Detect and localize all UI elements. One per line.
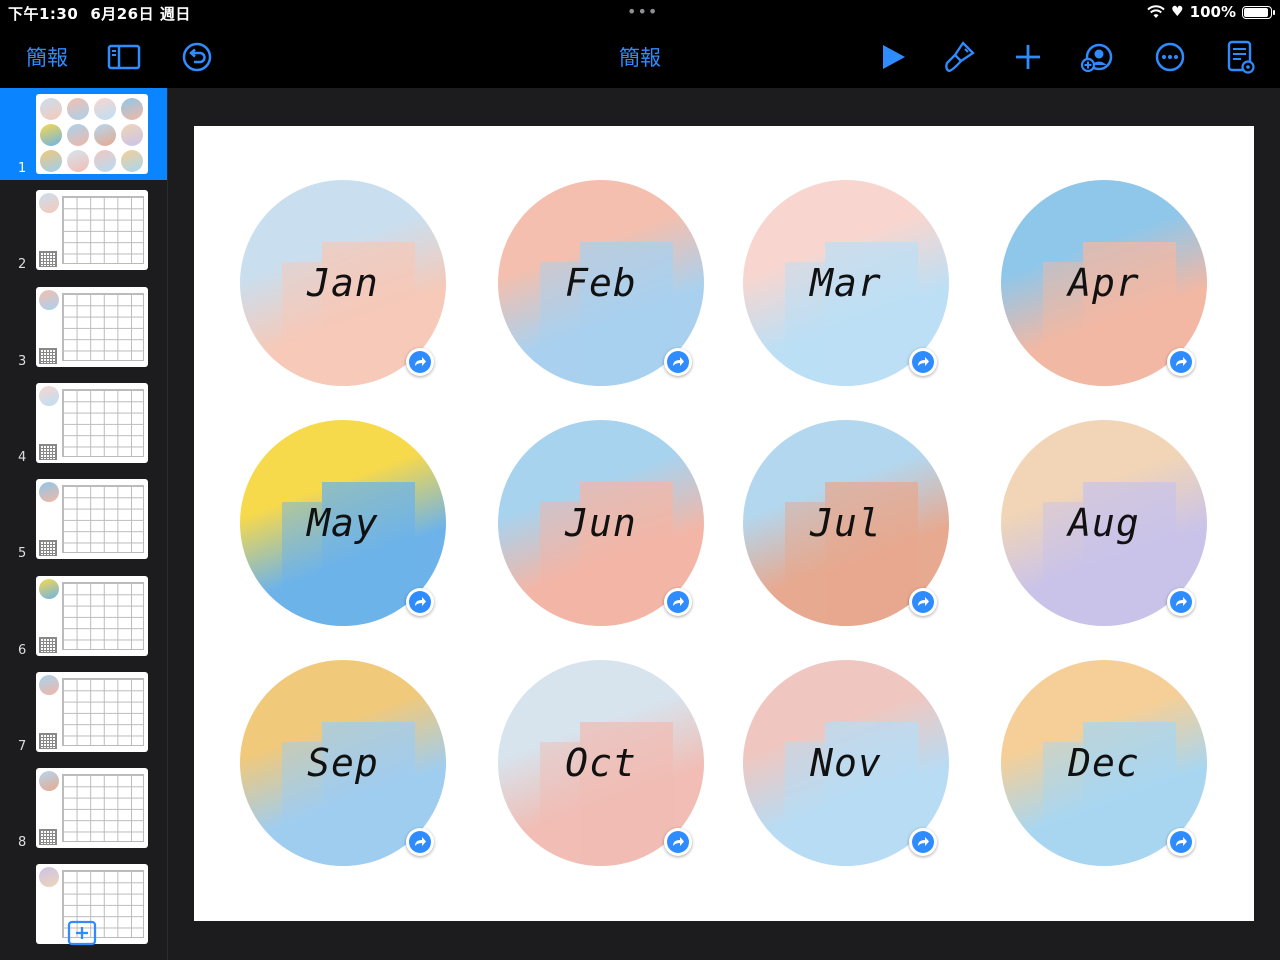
slide-preview xyxy=(36,190,148,271)
mini-month-circle xyxy=(94,98,116,120)
mini-calendar-grid xyxy=(39,732,57,749)
mini-month-circle xyxy=(40,150,62,172)
slide-number: 5 xyxy=(18,546,27,562)
slide-thumbnail-4[interactable]: 4 xyxy=(0,377,167,469)
collaborate-icon[interactable] xyxy=(1079,39,1115,75)
slide-thumbnail-6[interactable]: 6 xyxy=(0,570,167,662)
mini-month-circle xyxy=(121,124,143,146)
share-link-icon[interactable] xyxy=(406,828,434,856)
document-title[interactable]: 簡報 xyxy=(619,42,661,72)
share-link-icon[interactable] xyxy=(664,348,692,376)
share-link-icon[interactable] xyxy=(909,348,937,376)
mini-calendar-grid xyxy=(39,829,57,846)
battery-percent: 100% xyxy=(1189,3,1236,21)
mini-month-circle xyxy=(94,124,116,146)
slide-thumbnail-8[interactable]: 8 xyxy=(0,762,167,854)
status-time: 下午1:30 xyxy=(8,5,79,23)
more-icon[interactable] xyxy=(1152,39,1188,75)
slide-preview xyxy=(36,575,148,656)
play-icon[interactable] xyxy=(875,39,911,75)
mini-month-circle xyxy=(67,124,89,146)
add-slide-button[interactable] xyxy=(67,920,97,946)
calendar-grid xyxy=(62,196,144,265)
slide-number: 7 xyxy=(18,738,27,754)
slide-thumbnail-7[interactable]: 7 xyxy=(0,666,167,758)
slide-number: 6 xyxy=(18,642,27,658)
sidebar-toggle-icon[interactable] xyxy=(106,39,142,75)
mini-month-circle xyxy=(121,98,143,120)
mini-month-circle xyxy=(39,482,59,503)
status-time-date: 下午1:30 6月26日 週日 xyxy=(8,3,203,24)
share-link-icon[interactable] xyxy=(406,588,434,616)
mini-month-circle xyxy=(39,867,59,888)
share-link-icon[interactable] xyxy=(664,828,692,856)
plus-icon[interactable] xyxy=(1010,39,1046,75)
presentations-back-button[interactable]: 簡報 xyxy=(26,42,68,72)
mini-month-circle xyxy=(40,98,62,120)
mini-calendar-grid xyxy=(39,347,57,364)
add-slide-icon xyxy=(67,920,97,946)
mini-month-circle xyxy=(39,771,59,792)
mini-month-circle xyxy=(39,193,59,214)
slide-number: 4 xyxy=(18,449,27,465)
document-settings-icon[interactable] xyxy=(1222,39,1258,75)
mini-month-circle xyxy=(39,289,59,310)
share-link-icon[interactable] xyxy=(1167,828,1195,856)
mini-calendar-grid xyxy=(39,540,57,557)
slide-preview xyxy=(36,671,148,752)
undo-icon[interactable] xyxy=(179,39,215,75)
status-date: 6月26日 週日 xyxy=(90,5,191,23)
mini-month-circle xyxy=(67,98,89,120)
mini-month-circle xyxy=(40,124,62,146)
slide-preview xyxy=(36,94,148,174)
slide-navigator: 1 2 3 4 5 6 7 8 xyxy=(0,88,168,960)
share-link-icon[interactable] xyxy=(1167,588,1195,616)
status-bar: 下午1:30 6月26日 週日 ••• ♥ 100% xyxy=(0,0,1280,26)
share-link-icon[interactable] xyxy=(909,588,937,616)
mini-month-circle xyxy=(67,150,89,172)
calendar-grid xyxy=(62,292,144,361)
share-link-icon[interactable] xyxy=(664,588,692,616)
calendar-grid xyxy=(62,677,144,746)
calendar-grid xyxy=(62,581,144,650)
mini-month-circle xyxy=(39,385,59,406)
slide-number: 8 xyxy=(18,835,27,851)
mini-month-circle xyxy=(39,674,59,695)
heart-icon: ♥ xyxy=(1171,4,1184,20)
slide-thumbnail-2[interactable]: 2 xyxy=(0,184,167,276)
battery-icon xyxy=(1242,5,1275,19)
mini-month-circle xyxy=(94,150,116,172)
slide-thumbnail-5[interactable]: 5 xyxy=(0,473,167,565)
calendar-grid xyxy=(62,388,144,457)
slide-number: 2 xyxy=(18,257,27,273)
calendar-grid xyxy=(62,774,144,843)
share-link-icon[interactable] xyxy=(909,828,937,856)
slide-preview xyxy=(36,286,148,367)
toolbar: 簡報 簡報 xyxy=(0,26,1280,88)
mini-calendar-grid xyxy=(39,251,57,268)
mini-calendar-grid xyxy=(39,636,57,653)
mini-calendar-grid xyxy=(39,443,57,460)
mini-month-circle xyxy=(39,578,59,599)
share-link-icon[interactable] xyxy=(1167,348,1195,376)
wifi-icon xyxy=(1147,5,1165,18)
mini-month-circle xyxy=(121,150,143,172)
share-link-icon[interactable] xyxy=(406,348,434,376)
slide-preview xyxy=(36,479,148,560)
slide-thumbnail-3[interactable]: 3 xyxy=(0,281,167,373)
calendar-grid xyxy=(62,485,144,554)
slide-number: 3 xyxy=(18,353,27,369)
slide-canvas[interactable]: Jan Feb Mar Apr May Jun Jul Aug Sep Oct Nov Dec xyxy=(194,126,1254,921)
status-indicators: ♥ 100% xyxy=(1147,3,1275,21)
multitasking-dots-icon[interactable]: ••• xyxy=(627,2,658,21)
slide-preview xyxy=(36,768,148,849)
slide-number: 1 xyxy=(18,161,27,176)
slide-preview xyxy=(36,382,148,463)
paintbrush-icon[interactable] xyxy=(941,39,977,75)
slide-thumbnail-1[interactable]: 1 xyxy=(0,88,167,180)
